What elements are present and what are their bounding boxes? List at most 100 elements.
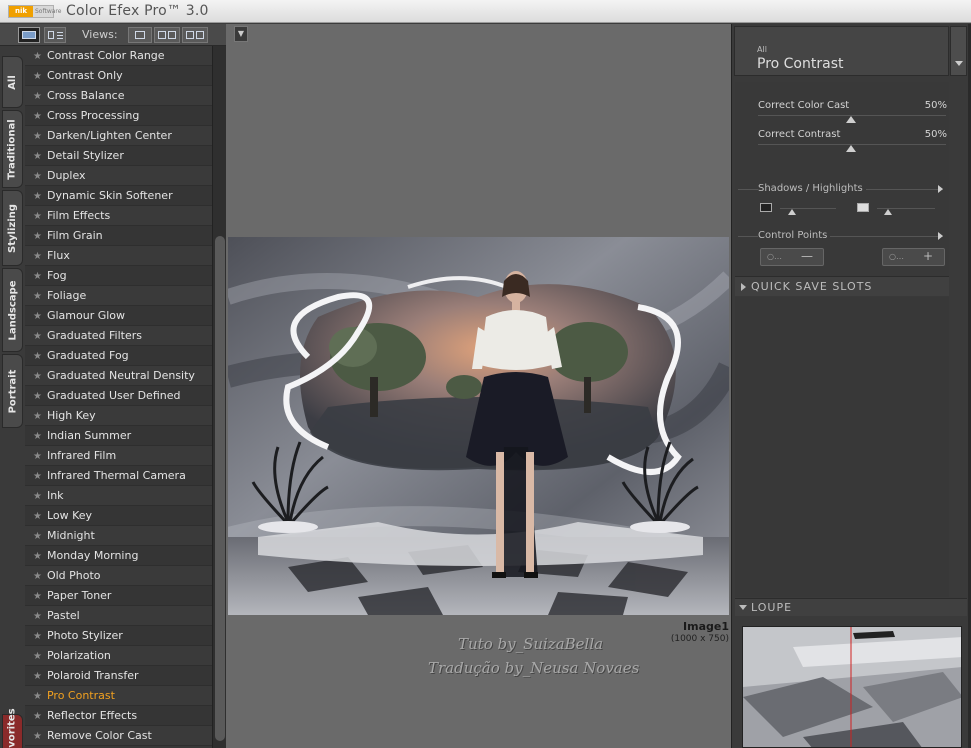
tab-stylizing[interactable]: Stylizing [2, 190, 23, 266]
star-icon[interactable]: ★ [33, 351, 42, 362]
star-icon[interactable]: ★ [33, 131, 42, 142]
filter-item-label: Film Grain [46, 229, 103, 242]
filter-item[interactable]: ★ Reflector Effects [25, 706, 212, 726]
filter-item[interactable]: ★ Cross Balance [25, 86, 212, 106]
star-icon[interactable]: ★ [33, 431, 42, 442]
filter-item-label: Detail Stylizer [46, 149, 124, 162]
filter-item[interactable]: ★ Darken/Lighten Center [25, 126, 212, 146]
filter-item[interactable]: ★ Glamour Glow [25, 306, 212, 326]
tab-favorites[interactable]: Favorites [2, 708, 23, 748]
star-icon[interactable]: ★ [33, 91, 42, 102]
scrollbar-thumb[interactable] [215, 236, 225, 741]
filter-item[interactable]: ★ Remove Color Cast [25, 726, 212, 746]
star-icon[interactable]: ★ [33, 611, 42, 622]
star-icon[interactable]: ★ [33, 371, 42, 382]
filter-item[interactable]: ★ Contrast Color Range [25, 46, 212, 66]
star-icon[interactable]: ★ [33, 651, 42, 662]
filter-header[interactable]: All Pro Contrast [734, 26, 949, 76]
star-icon[interactable]: ★ [33, 591, 42, 602]
filter-item[interactable]: ★ Graduated Fog [25, 346, 212, 366]
shadows-knob[interactable] [788, 209, 796, 215]
filter-item[interactable]: ★ Contrast Only [25, 66, 212, 86]
filter-item[interactable]: ★ Infrared Film [25, 446, 212, 466]
filter-item[interactable]: ★ Pro Contrast [25, 686, 212, 706]
filter-item[interactable]: ★ Flux [25, 246, 212, 266]
filter-item[interactable]: ★ Film Effects [25, 206, 212, 226]
filter-list-scrollbar[interactable] [212, 46, 226, 748]
star-icon[interactable]: ★ [33, 531, 42, 542]
tab-landscape[interactable]: Landscape [2, 268, 23, 352]
remove-control-point-button[interactable]: ○… — [760, 248, 824, 266]
filter-item[interactable]: ★ Polarization [25, 646, 212, 666]
star-icon[interactable]: ★ [33, 211, 42, 222]
star-icon[interactable]: ★ [33, 411, 42, 422]
highlights-knob[interactable] [884, 209, 892, 215]
star-icon[interactable]: ★ [33, 151, 42, 162]
correct-contrast-knob[interactable] [846, 145, 856, 152]
filter-item[interactable]: ★ Graduated Filters [25, 326, 212, 346]
star-icon[interactable]: ★ [33, 231, 42, 242]
star-icon[interactable]: ★ [33, 631, 42, 642]
star-icon[interactable]: ★ [33, 671, 42, 682]
split-view-icon[interactable] [44, 27, 66, 43]
filter-item[interactable]: ★ Old Photo [25, 566, 212, 586]
star-icon[interactable]: ★ [33, 311, 42, 322]
filter-item[interactable]: ★ Foliage [25, 286, 212, 306]
star-icon[interactable]: ★ [33, 291, 42, 302]
filter-item[interactable]: ★ Cross Processing [25, 106, 212, 126]
filter-item[interactable]: ★ Paper Toner [25, 586, 212, 606]
preview-image[interactable] [228, 237, 729, 615]
compare-dual-icon[interactable] [182, 27, 208, 43]
filter-item[interactable]: ★ Dynamic Skin Softener [25, 186, 212, 206]
filter-item[interactable]: ★ Graduated Neutral Density [25, 366, 212, 386]
filter-item[interactable]: ★ Photo Stylizer [25, 626, 212, 646]
star-icon[interactable]: ★ [33, 711, 42, 722]
star-icon[interactable]: ★ [33, 731, 42, 742]
filter-item[interactable]: ★ Graduated User Defined [25, 386, 212, 406]
star-icon[interactable]: ★ [33, 191, 42, 202]
star-icon[interactable]: ★ [33, 51, 42, 62]
star-icon[interactable]: ★ [33, 491, 42, 502]
filter-menu-dropdown[interactable] [950, 26, 967, 76]
filter-item[interactable]: ★ Detail Stylizer [25, 146, 212, 166]
filter-item[interactable]: ★ Ink [25, 486, 212, 506]
star-icon[interactable]: ★ [33, 331, 42, 342]
tab-portrait[interactable]: Portrait [2, 354, 23, 428]
quick-save-slots-header[interactable]: QUICK SAVE SLOTS [735, 276, 949, 296]
star-icon[interactable]: ★ [33, 391, 42, 402]
correct-color-cast-knob[interactable] [846, 116, 856, 123]
star-icon[interactable]: ★ [33, 171, 42, 182]
filter-item[interactable]: ★ Infrared Thermal Camera [25, 466, 212, 486]
control-points-expand-icon[interactable] [938, 232, 943, 240]
filter-item[interactable]: ★ Low Key [25, 506, 212, 526]
star-icon[interactable]: ★ [33, 271, 42, 282]
single-view-icon[interactable] [18, 27, 40, 43]
filter-item[interactable]: ★ Monday Morning [25, 546, 212, 566]
star-icon[interactable]: ★ [33, 71, 42, 82]
filter-item[interactable]: ★ High Key [25, 406, 212, 426]
side-by-side-icon[interactable] [128, 27, 152, 43]
filter-item[interactable]: ★ Fog [25, 266, 212, 286]
compare-icon[interactable] [154, 27, 180, 43]
filter-item[interactable]: ★ Pastel [25, 606, 212, 626]
star-icon[interactable]: ★ [33, 691, 42, 702]
star-icon[interactable]: ★ [33, 551, 42, 562]
star-icon[interactable]: ★ [33, 251, 42, 262]
filter-item[interactable]: ★ Duplex [25, 166, 212, 186]
filter-item[interactable]: ★ Polaroid Transfer [25, 666, 212, 686]
star-icon[interactable]: ★ [33, 571, 42, 582]
loupe-view[interactable] [742, 626, 962, 748]
tab-traditional[interactable]: Traditional [2, 110, 23, 188]
filter-item[interactable]: ★ Midnight [25, 526, 212, 546]
star-icon[interactable]: ★ [33, 511, 42, 522]
tab-all[interactable]: All [2, 56, 23, 108]
canvas-menu-dropdown[interactable]: ▼ [234, 26, 248, 42]
add-control-point-button[interactable]: ○… + [882, 248, 945, 266]
star-icon[interactable]: ★ [33, 451, 42, 462]
star-icon[interactable]: ★ [33, 471, 42, 482]
filter-item[interactable]: ★ Film Grain [25, 226, 212, 246]
filter-item[interactable]: ★ Indian Summer [25, 426, 212, 446]
star-icon[interactable]: ★ [33, 111, 42, 122]
loupe-header[interactable]: LOUPE [735, 598, 967, 616]
shadows-highlights-expand-icon[interactable] [938, 185, 943, 193]
